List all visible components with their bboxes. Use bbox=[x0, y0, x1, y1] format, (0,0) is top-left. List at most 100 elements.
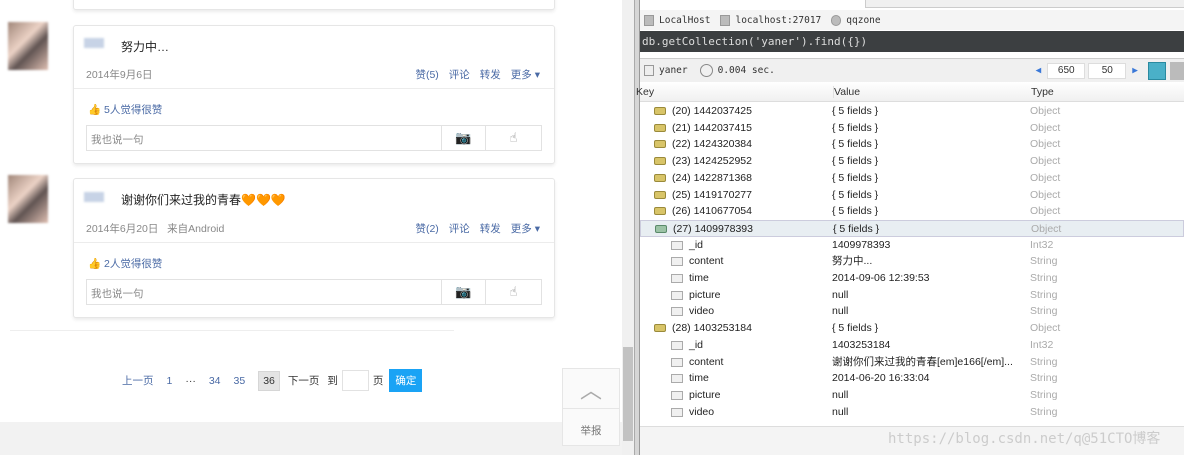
tree-view-icon[interactable] bbox=[1148, 61, 1166, 80]
query-editor[interactable]: db.getCollection('yaner').find({}) bbox=[640, 31, 1184, 52]
field-row[interactable]: _id 1403253184 Int32 bbox=[640, 337, 1184, 354]
next-page[interactable]: 下一页 bbox=[288, 373, 320, 388]
field-row[interactable]: picture null String bbox=[640, 287, 1184, 304]
ellipsis: ··· bbox=[185, 374, 196, 387]
document-row[interactable]: (26) 1410677054 { 5 fields } Object bbox=[640, 203, 1184, 220]
cell-value: 2014-06-20 16:33:04 bbox=[832, 372, 930, 385]
cell-type: Int32 bbox=[1030, 238, 1054, 251]
comment-button[interactable]: 评论 bbox=[449, 221, 470, 236]
page-label: 页 bbox=[372, 375, 384, 387]
cell-type: String bbox=[1030, 272, 1058, 284]
cell-key: (21) 1442037415 bbox=[672, 121, 752, 134]
document-row[interactable]: (22) 1424320384 { 5 fields } Object bbox=[640, 136, 1184, 153]
limit-input[interactable]: 50 bbox=[1088, 62, 1127, 79]
document-row[interactable]: (24) 1422871368 { 5 fields } Object bbox=[640, 170, 1184, 187]
cell-key: time bbox=[689, 372, 709, 385]
post-date: 2014年6月20日 bbox=[86, 223, 159, 235]
page-number-input[interactable] bbox=[341, 370, 369, 391]
cell-type: Object bbox=[1030, 155, 1061, 168]
qzone-page: 努力中… 2014年9月6日 赞(5) 评论 转发 更多 ▾ 👍 5人觉得很赞 … bbox=[0, 0, 622, 455]
camera-icon[interactable]: 📷 bbox=[441, 280, 485, 304]
avatar[interactable] bbox=[8, 22, 48, 70]
thumbs-up-icon: 👍 bbox=[88, 104, 102, 116]
field-row[interactable]: time 2014-09-06 12:39:53 String bbox=[640, 270, 1184, 287]
scrollbar-thumb[interactable] bbox=[623, 347, 633, 441]
report-button[interactable]: 举报 bbox=[563, 409, 619, 438]
field-row[interactable]: _id 1409978393 Int32 bbox=[640, 237, 1184, 254]
field-icon bbox=[671, 257, 683, 267]
cell-key: (28) 1403253184 bbox=[672, 322, 752, 335]
document-icon bbox=[654, 324, 666, 333]
field-row[interactable]: content 谢谢你们来过我的青春[em]e166[/em]... String bbox=[640, 354, 1184, 371]
field-row[interactable]: content 努力中... String bbox=[640, 253, 1184, 270]
more-button[interactable]: 更多 ▾ bbox=[511, 221, 540, 236]
confirm-button[interactable]: 确定 bbox=[389, 369, 423, 392]
comment-input[interactable]: 我也说一句 bbox=[87, 280, 441, 304]
computer-icon bbox=[644, 14, 654, 26]
host-item[interactable]: LocalHost bbox=[644, 14, 710, 26]
prev-page-icon[interactable]: ◀ bbox=[1036, 65, 1042, 76]
comment-input[interactable]: 我也说一句 bbox=[87, 126, 441, 150]
document-row[interactable]: (21) 1442037415 { 5 fields } Object bbox=[640, 120, 1184, 137]
next-page-icon[interactable]: ▶ bbox=[1132, 65, 1138, 76]
author-name[interactable] bbox=[84, 38, 104, 48]
poke-icon[interactable]: ☝ bbox=[485, 280, 541, 304]
document-row[interactable]: (20) 1442037425 { 5 fields } Object bbox=[640, 103, 1184, 120]
document-row[interactable]: (28) 1403253184 { 5 fields } Object bbox=[640, 320, 1184, 337]
table-view-icon[interactable] bbox=[1170, 61, 1184, 80]
forward-button[interactable]: 转发 bbox=[480, 67, 501, 82]
like-button[interactable]: 赞(5) bbox=[415, 67, 438, 82]
field-row[interactable]: time 2014-06-20 16:33:04 String bbox=[640, 370, 1184, 387]
like-button[interactable]: 赞(2) bbox=[415, 221, 438, 236]
page-35[interactable]: 35 bbox=[234, 375, 246, 387]
cell-value: { 5 fields } bbox=[832, 105, 879, 117]
document-row[interactable]: (27) 1409978393 { 5 fields } Object bbox=[640, 219, 1184, 237]
forward-button[interactable]: 转发 bbox=[480, 221, 501, 236]
watermark: https://blog.csdn.net/q@51CTO博客 bbox=[888, 431, 1161, 447]
col-key[interactable]: Key bbox=[636, 86, 654, 98]
camera-icon[interactable]: 📷 bbox=[441, 126, 485, 150]
back-to-top-icon[interactable]: ︿ bbox=[563, 369, 619, 409]
robomongo-panel: LocalHost localhost:27017 qqzone db.getC… bbox=[636, 0, 1184, 455]
page-34[interactable]: 34 bbox=[209, 375, 221, 387]
cell-type: String bbox=[1030, 288, 1058, 301]
skip-input[interactable]: 650 bbox=[1047, 62, 1086, 79]
more-button[interactable]: 更多 ▾ bbox=[511, 67, 540, 82]
col-type[interactable]: Type bbox=[1031, 86, 1054, 98]
likes-count[interactable]: 2人觉得很赞 bbox=[104, 258, 162, 270]
document-icon bbox=[655, 224, 667, 233]
avatar[interactable] bbox=[8, 175, 48, 223]
likes-count[interactable]: 5人觉得很赞 bbox=[104, 104, 162, 116]
cell-type: Object bbox=[1030, 205, 1061, 218]
cell-value: null bbox=[832, 405, 849, 418]
field-row[interactable]: video null String bbox=[640, 404, 1184, 421]
cell-key: _id bbox=[689, 238, 704, 251]
divider bbox=[74, 88, 554, 89]
database-item[interactable]: qqzone bbox=[831, 14, 881, 26]
cell-value: { 5 fields } bbox=[832, 205, 879, 218]
document-row[interactable]: (23) 1424252952 { 5 fields } Object bbox=[640, 153, 1184, 170]
server-item[interactable]: localhost:27017 bbox=[720, 14, 821, 26]
results-header: Key Value Type bbox=[636, 82, 1184, 102]
cell-type: Object bbox=[1030, 105, 1061, 117]
cell-type: Int32 bbox=[1030, 338, 1054, 351]
field-row[interactable]: picture null String bbox=[640, 387, 1184, 404]
cell-type: Object bbox=[1031, 222, 1062, 235]
comment-button[interactable]: 评论 bbox=[449, 67, 470, 82]
field-icon bbox=[671, 274, 683, 283]
post-meta: 2014年6月20日 来自Android bbox=[86, 221, 224, 236]
cell-type: String bbox=[1030, 255, 1058, 268]
cell-key: video bbox=[689, 405, 715, 418]
cell-key: (22) 1424320384 bbox=[672, 138, 752, 151]
cell-value: { 5 fields } bbox=[832, 138, 879, 151]
cell-key: content bbox=[689, 355, 724, 368]
document-row[interactable]: (25) 1419170277 { 5 fields } Object bbox=[640, 187, 1184, 204]
prev-page[interactable]: 上一页 bbox=[122, 373, 154, 388]
page-1[interactable]: 1 bbox=[167, 375, 173, 387]
author-name[interactable] bbox=[84, 192, 104, 202]
field-icon bbox=[671, 290, 683, 300]
poke-icon[interactable]: ☝ bbox=[485, 126, 541, 150]
cell-key: (26) 1410677054 bbox=[672, 205, 752, 218]
field-row[interactable]: video null String bbox=[640, 303, 1184, 320]
col-value[interactable]: Value bbox=[833, 86, 860, 98]
